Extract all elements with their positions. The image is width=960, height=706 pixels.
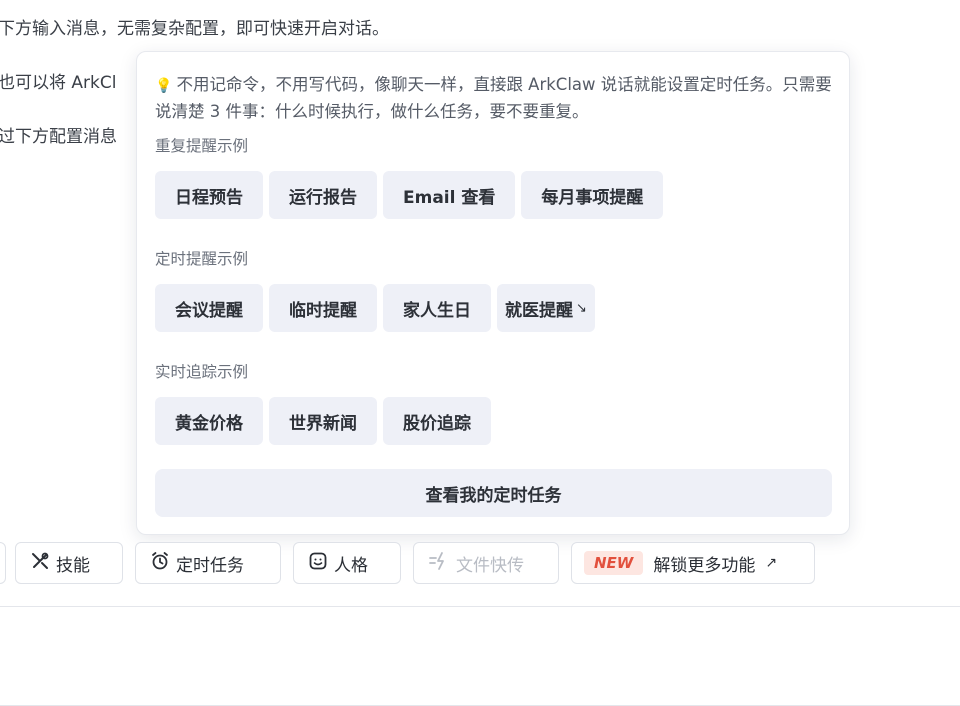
chip-row-realtime: 黄金价格 世界新闻 股价追踪 bbox=[155, 397, 491, 445]
section-title-repeat: 重复提醒示例 bbox=[155, 137, 249, 155]
persona-label: 人格 bbox=[334, 555, 368, 576]
chip-schedule-preview[interactable]: 日程预告 bbox=[155, 171, 263, 219]
skills-label: 技能 bbox=[56, 555, 90, 576]
lightning-transfer-icon bbox=[428, 551, 450, 576]
intro-text-line-1: 下方输入消息，无需复杂配置，即可快速开启对话。 bbox=[0, 19, 389, 39]
chip-world-news[interactable]: 世界新闻 bbox=[269, 397, 377, 445]
section-title-timed: 定时提醒示例 bbox=[155, 250, 249, 268]
skills-button[interactable]: 技能 bbox=[15, 542, 123, 584]
chip-family-birthday[interactable]: 家人生日 bbox=[383, 284, 491, 332]
arrow-down-right-icon: ↘ bbox=[576, 300, 587, 316]
chip-run-report[interactable]: 运行报告 bbox=[269, 171, 377, 219]
chip-row-timed: 会议提醒 临时提醒 家人生日 就医提醒 ↘ bbox=[155, 284, 595, 332]
scheduled-task-popover: 💡 不用记命令，不用写代码，像聊天一样，直接跟 ArkClaw 说话就能设置定时任… bbox=[136, 51, 850, 535]
external-arrow-icon: ↗ bbox=[765, 555, 778, 571]
message-input-box[interactable] bbox=[0, 606, 960, 706]
intro-text-line-3: 过下方配置消息 bbox=[0, 127, 117, 147]
new-badge: NEW bbox=[584, 551, 644, 575]
chip-row-repeat: 日程预告 运行报告 Email 查看 每月事项提醒 bbox=[155, 171, 664, 219]
view-my-scheduled-tasks-button[interactable]: 查看我的定时任务 bbox=[155, 469, 832, 517]
lightbulb-icon: 💡 bbox=[155, 78, 173, 94]
intro-text-line-2: 也可以将 ArkCl bbox=[0, 73, 117, 93]
toolbar-button-partial[interactable] bbox=[0, 542, 6, 584]
file-transfer-button[interactable]: 文件快传 bbox=[413, 542, 559, 584]
scheduled-tasks-button[interactable]: 定时任务 bbox=[135, 542, 281, 584]
unlock-more-features-button[interactable]: NEW 解锁更多功能 ↗ bbox=[571, 542, 815, 584]
chip-meeting-reminder[interactable]: 会议提醒 bbox=[155, 284, 263, 332]
file-transfer-label: 文件快传 bbox=[456, 555, 524, 576]
chip-stock-tracking[interactable]: 股价追踪 bbox=[383, 397, 491, 445]
unlock-more-label: 解锁更多功能 bbox=[653, 555, 756, 576]
tip-text: 不用记命令，不用写代码，像聊天一样，直接跟 ArkClaw 说话就能设置定时任务… bbox=[155, 75, 832, 121]
chip-gold-price[interactable]: 黄金价格 bbox=[155, 397, 263, 445]
chip-monthly-reminder[interactable]: 每月事项提醒 bbox=[521, 171, 664, 219]
tip-text-block: 💡 不用记命令，不用写代码，像聊天一样，直接跟 ArkClaw 说话就能设置定时任… bbox=[155, 72, 835, 124]
chip-temporary-reminder[interactable]: 临时提醒 bbox=[269, 284, 377, 332]
tools-icon bbox=[30, 551, 50, 576]
chip-email-check[interactable]: Email 查看 bbox=[383, 171, 516, 219]
section-title-realtime: 实时追踪示例 bbox=[155, 363, 249, 381]
alarm-clock-icon bbox=[150, 551, 170, 576]
scheduled-tasks-label: 定时任务 bbox=[176, 555, 244, 576]
chip-medical-reminder[interactable]: 就医提醒 ↘ bbox=[497, 284, 595, 332]
chip-medical-reminder-label: 就医提醒 bbox=[505, 300, 573, 321]
persona-button[interactable]: 人格 bbox=[293, 542, 401, 584]
smiley-icon bbox=[308, 551, 328, 576]
